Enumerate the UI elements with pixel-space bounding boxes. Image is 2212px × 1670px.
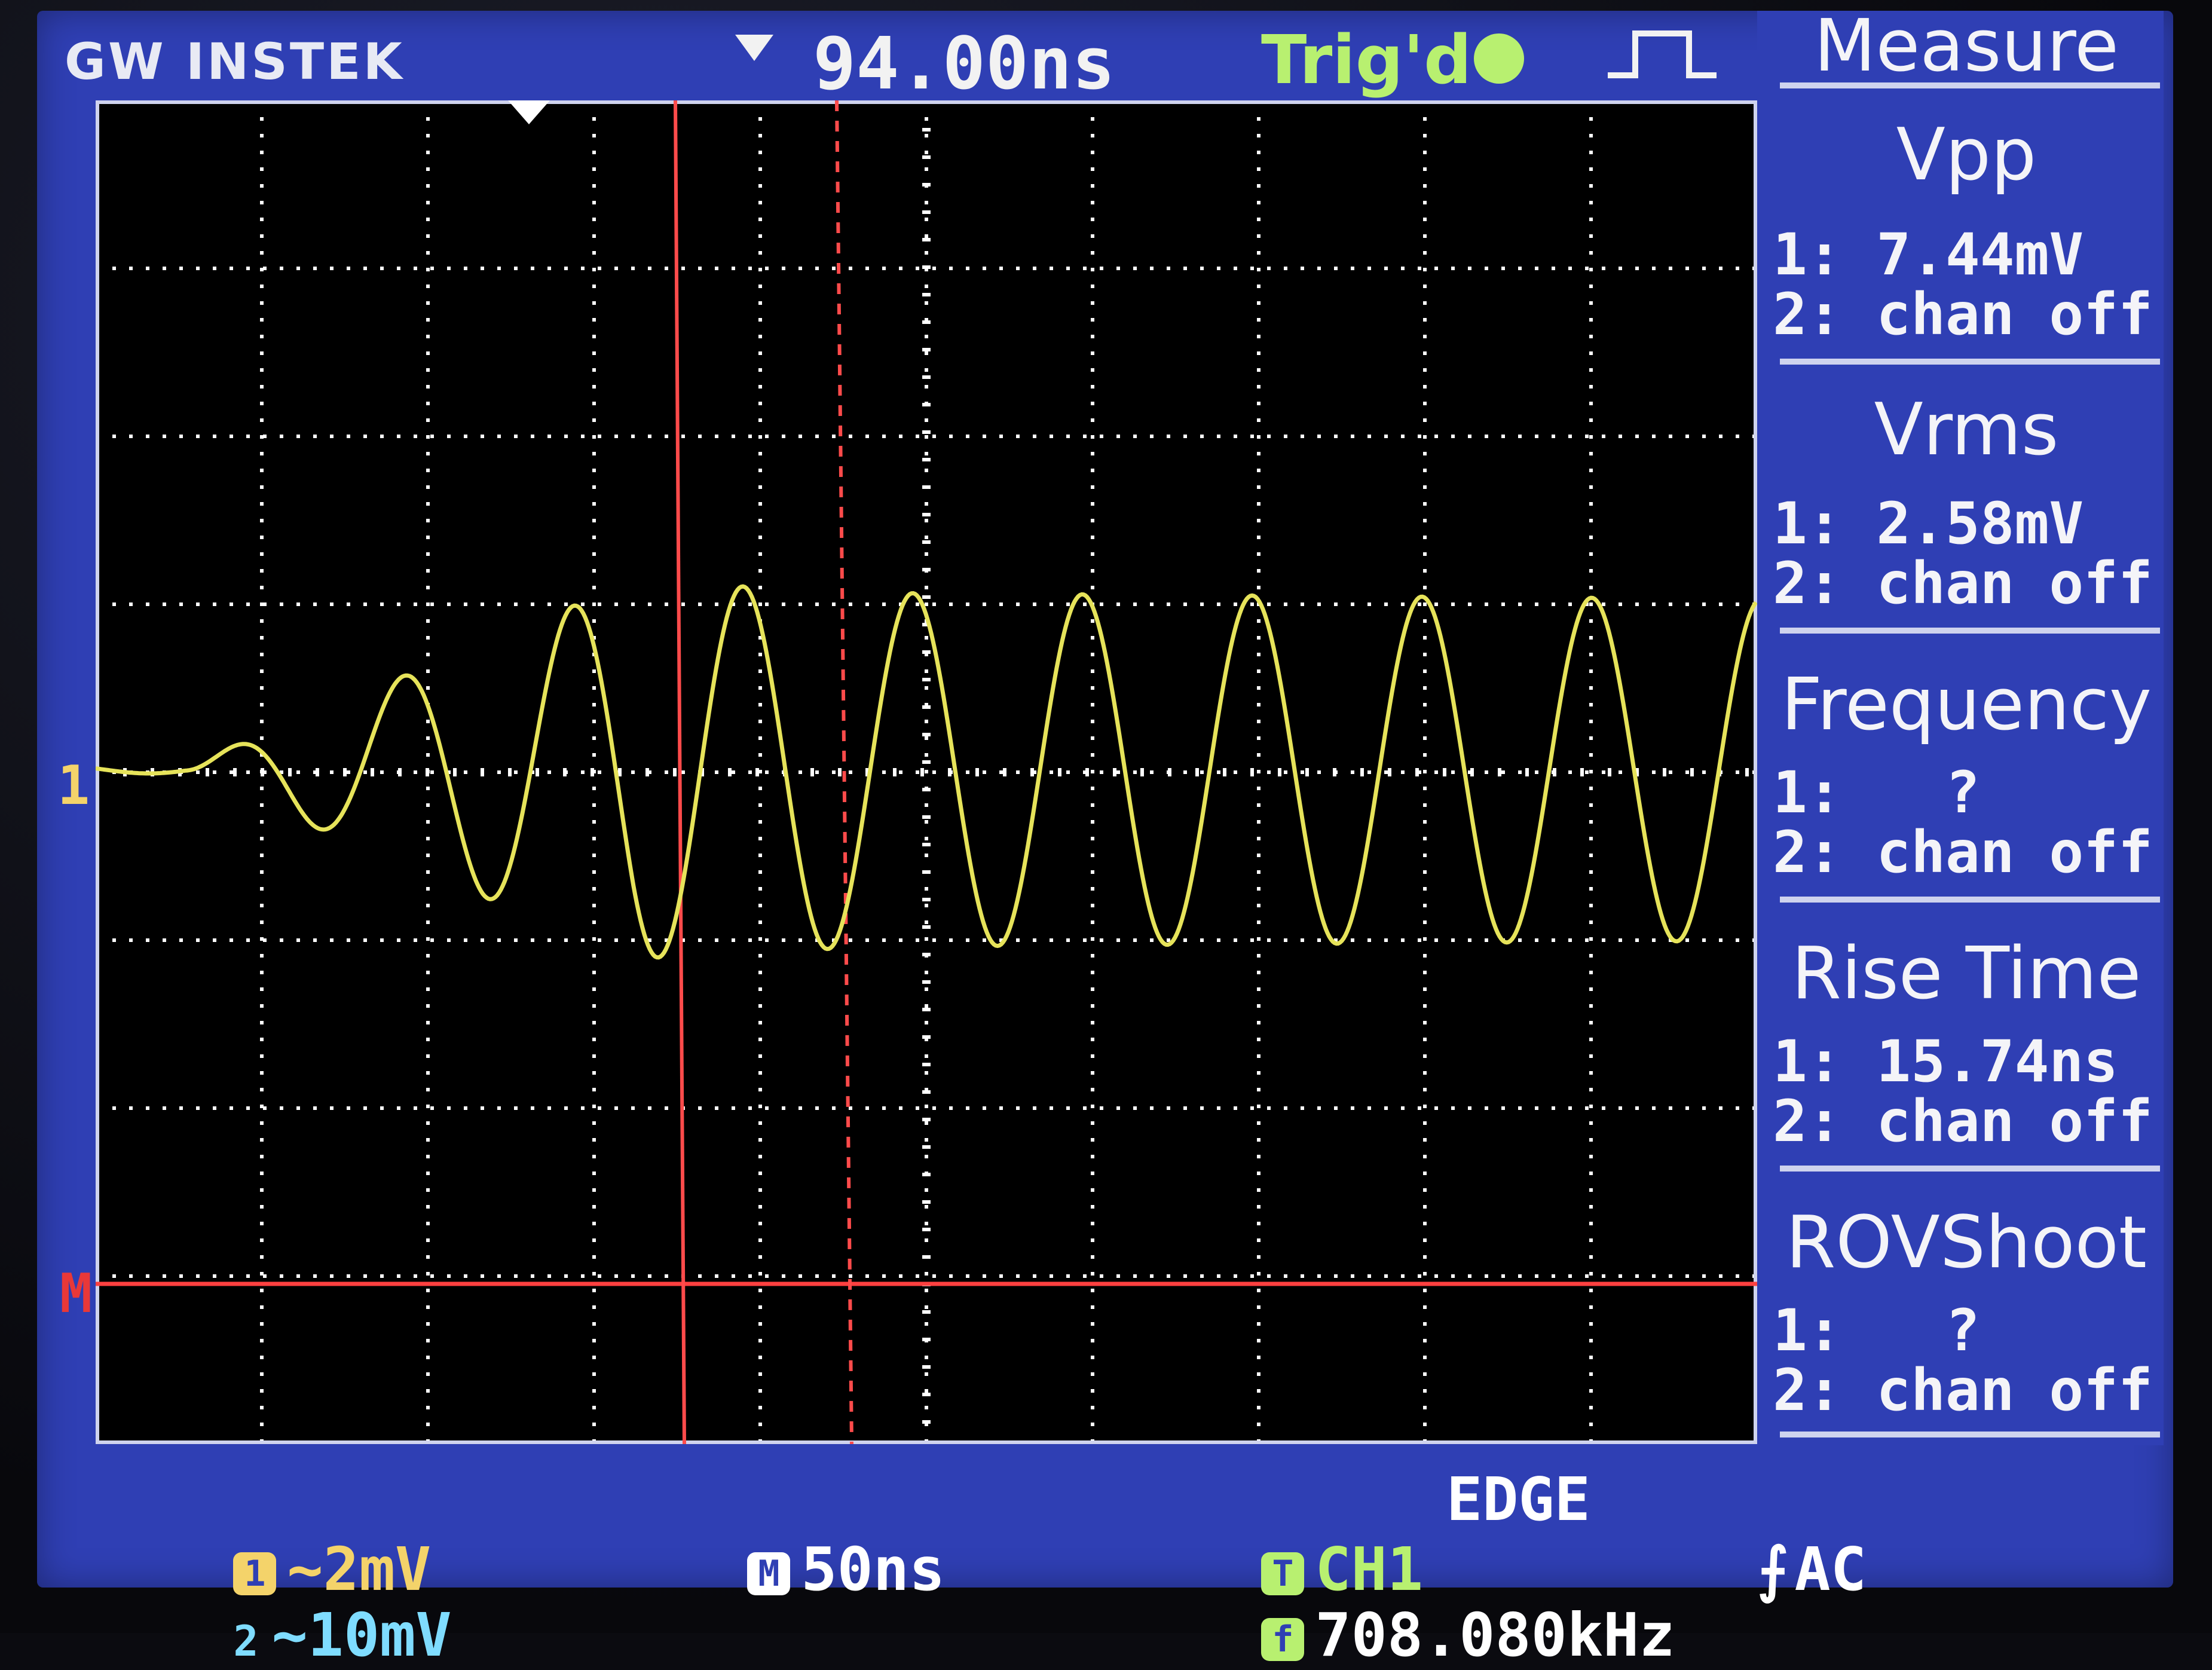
ch2-scale-readout[interactable]: 2 ~10mV (161, 1530, 452, 1670)
brand-logo: GW INSTEK (65, 32, 405, 91)
measure-rovshoot-ch2: 2: chan off (1773, 1357, 2153, 1424)
math-ground-marker[interactable]: M (60, 1262, 92, 1325)
trigger-coupling: AC (1794, 1534, 1867, 1604)
trigger-frequency: 708.080kHz (1315, 1600, 1675, 1670)
measure-risetime-ch2: 2: chan off (1773, 1088, 2153, 1155)
measure-vpp-ch1: 1: 7.44mV (1773, 221, 2084, 288)
rising-edge-icon: ⨍ (1757, 1534, 1789, 1604)
measure-vrms-ch2: 2: chan off (1773, 550, 2153, 617)
measure-frequency-ch2: 2: chan off (1773, 819, 2153, 886)
panel-divider (1780, 1166, 2160, 1172)
trigger-position-icon (508, 100, 550, 124)
delay-arrow-icon (735, 35, 773, 61)
ch1-ground-marker[interactable]: 1 (57, 754, 90, 817)
horizontal-delay: 94.00ns (813, 23, 1115, 106)
measure-frequency-title[interactable]: Frequency (1769, 663, 2164, 747)
panel-divider (1780, 1432, 2160, 1437)
measure-vrms-title[interactable]: Vrms (1769, 389, 2164, 472)
trig-dot-icon (1474, 33, 1524, 84)
measure-risetime-title[interactable]: Rise Time (1769, 932, 2164, 1016)
trigger-frequency-readout: f 708.080kHz (1189, 1530, 1675, 1670)
ch2-label: 2 (233, 1617, 259, 1666)
timebase-value: 50ns (801, 1534, 946, 1604)
measure-risetime-ch1: 1: 15.74ns (1773, 1028, 2118, 1095)
measure-vpp-ch2: 2: chan off (1773, 281, 2153, 348)
ch2-scale: ~10mV (271, 1600, 452, 1670)
trigger-edge-icon (1608, 30, 1717, 78)
timebase-readout[interactable]: M 50ns (675, 1464, 945, 1604)
measure-rovshoot-title[interactable]: ROVShoot (1769, 1201, 2164, 1284)
trigger-freq-badge-icon: f (1261, 1617, 1305, 1661)
measure-title[interactable]: Measure (1769, 5, 2164, 88)
graticule (96, 100, 1757, 1444)
panel-divider (1780, 628, 2160, 634)
waveform-display (96, 100, 1757, 1444)
panel-divider (1780, 897, 2160, 903)
trigger-coupling-readout[interactable]: ⨍ AC (1685, 1464, 1867, 1604)
measure-rovshoot-ch1: 1: ? (1773, 1297, 1980, 1364)
trigger-status: Trig'd (1261, 22, 1472, 99)
timebase-badge-icon: M (747, 1552, 791, 1595)
trigger-type[interactable]: EDGE (1446, 1464, 1590, 1534)
measure-vpp-title[interactable]: Vpp (1769, 114, 2164, 197)
measure-vrms-ch1: 1: 2.58mV (1773, 490, 2084, 557)
panel-divider (1780, 359, 2160, 365)
measure-frequency-ch1: 1: ? (1773, 759, 1980, 826)
